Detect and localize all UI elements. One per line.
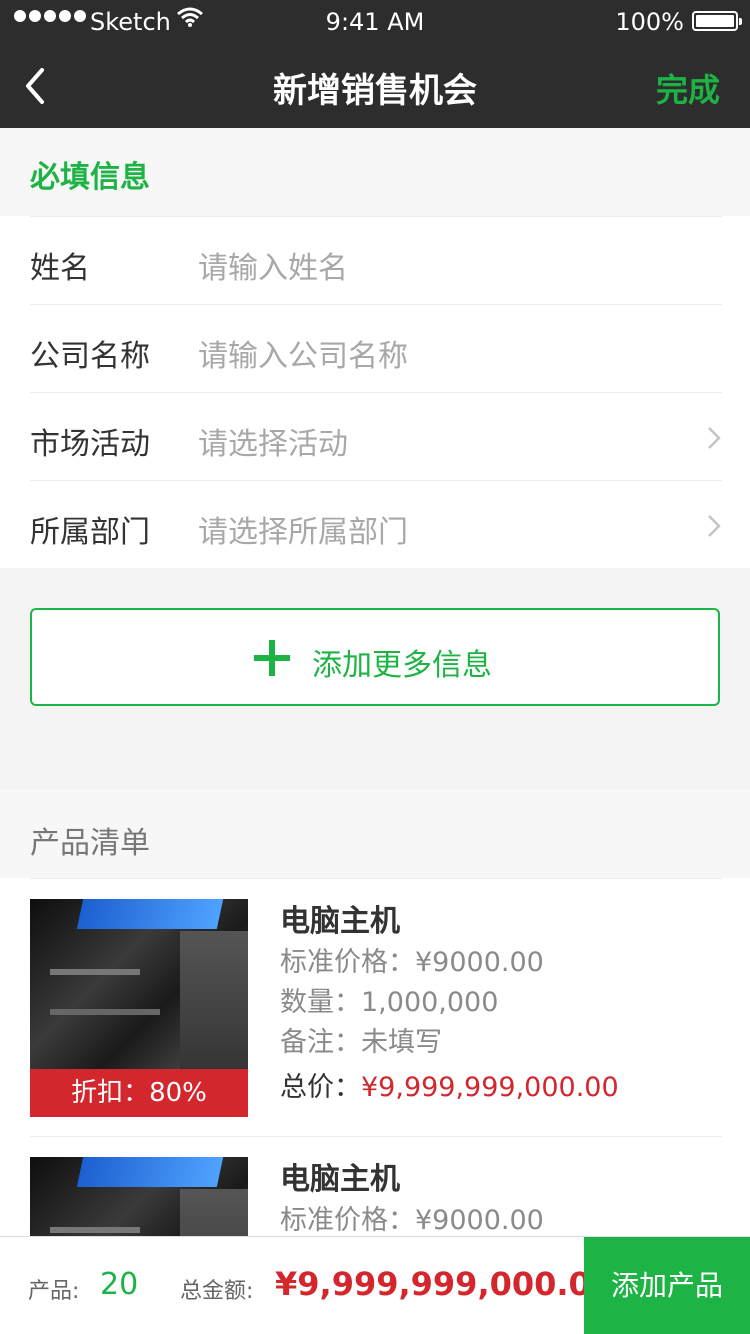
product-count: 20	[100, 1267, 139, 1302]
product-item[interactable]: 电脑主机 标准价格：¥9000.00	[30, 1136, 722, 1238]
status-bar: Sketch 9:41 AM 100%	[0, 0, 750, 44]
chevron-right-icon	[708, 427, 721, 449]
product-total-label: 总价：	[280, 1072, 361, 1103]
product-note: 备注：未填写	[280, 1027, 442, 1058]
product-standard-price: 标准价格：¥9000.00	[280, 947, 544, 978]
add-more-info-label: 添加更多信息	[312, 648, 492, 683]
discount-badge: 折扣：80%	[30, 1069, 248, 1117]
plus-icon	[254, 640, 290, 676]
form-row-department[interactable]: 所属部门 请选择所属部门	[30, 480, 722, 568]
field-label: 市场活动	[30, 427, 150, 462]
add-more-info-button[interactable]: 添加更多信息	[30, 608, 720, 706]
form-row-name[interactable]: 姓名 请输入姓名	[30, 216, 722, 304]
field-label: 所属部门	[30, 515, 150, 550]
name-input[interactable]: 请输入姓名	[198, 243, 348, 287]
product-count-label: 产品:	[28, 1279, 80, 1304]
product-total: 总价：¥9,999,999,000.00	[280, 1063, 619, 1113]
campaign-select[interactable]: 请选择活动	[198, 419, 348, 463]
total-amount-label: 总金额:	[180, 1279, 254, 1304]
product-image	[30, 1157, 248, 1238]
product-image: 折扣：80%	[30, 899, 248, 1117]
department-select[interactable]: 请选择所属部门	[198, 507, 408, 551]
product-item[interactable]: 折扣：80% 电脑主机 标准价格：¥9000.00 数量：1,000,000 备…	[30, 878, 722, 1136]
product-list-title: 产品清单	[30, 826, 150, 861]
top-bar: Sketch 9:41 AM 100% 新增销售机会 完成	[0, 0, 750, 128]
bottom-summary-bar: 产品: 20 总金额: ¥9,999,999,000.00 添加产品	[0, 1236, 750, 1334]
form-row-company[interactable]: 公司名称 请输入公司名称	[30, 304, 722, 392]
total-amount: ¥9,999,999,000.00	[275, 1265, 614, 1303]
field-label: 公司名称	[30, 339, 150, 374]
chevron-right-icon	[708, 515, 721, 537]
product-name: 电脑主机	[280, 904, 400, 939]
page-title: 新增销售机会	[273, 71, 477, 111]
required-section-header: 必填信息	[0, 128, 750, 216]
required-form: 姓名 请输入姓名 公司名称 请输入公司名称 市场活动 请选择活动 所属部门 请选…	[0, 216, 750, 568]
product-list-header: 产品清单	[0, 790, 750, 878]
product-info: 电脑主机 标准价格：¥9000.00 数量：1,000,000 备注：未填写 总…	[280, 901, 619, 1113]
product-list: 折扣：80% 电脑主机 标准价格：¥9000.00 数量：1,000,000 备…	[0, 878, 750, 1238]
battery-percent: 100%	[615, 8, 684, 36]
product-total-value: ¥9,999,999,000.00	[361, 1072, 619, 1103]
company-input[interactable]: 请输入公司名称	[198, 331, 408, 375]
product-info: 电脑主机 标准价格：¥9000.00	[280, 1159, 544, 1238]
battery-icon	[692, 11, 742, 31]
required-section-title: 必填信息	[30, 160, 150, 195]
product-standard-price: 标准价格：¥9000.00	[280, 1205, 544, 1236]
done-button[interactable]: 完成	[656, 65, 720, 111]
product-name: 电脑主机	[280, 1162, 400, 1197]
field-label: 姓名	[30, 251, 90, 286]
add-product-button[interactable]: 添加产品	[584, 1237, 750, 1334]
product-quantity: 数量：1,000,000	[280, 987, 499, 1018]
form-row-campaign[interactable]: 市场活动 请选择活动	[30, 392, 722, 480]
nav-bar: 新增销售机会 完成	[0, 44, 750, 128]
